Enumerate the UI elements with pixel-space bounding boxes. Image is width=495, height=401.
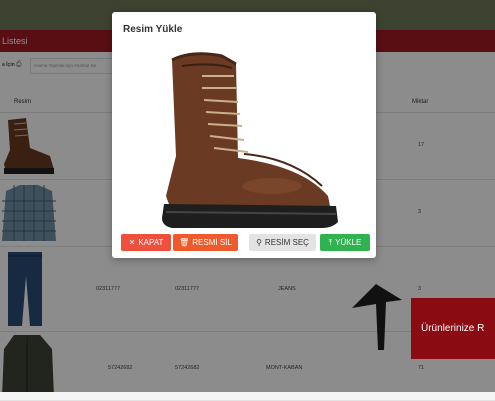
arrow-pointer-icon bbox=[352, 284, 402, 350]
dialog-title: Resim Yükle bbox=[123, 24, 183, 35]
trash-icon: 🗑 bbox=[179, 238, 190, 247]
close-button[interactable]: ✕ KAPAT bbox=[121, 234, 171, 251]
upload-image-dialog: Resim Yükle ✕ KAPAT 🗑 RESMİ SİL ⚲ RESİM SEÇ… bbox=[112, 12, 376, 258]
delete-image-button[interactable]: 🗑 RESMİ SİL bbox=[173, 234, 238, 251]
search-icon: ⚲ bbox=[256, 238, 262, 247]
brown-leather-boot-image bbox=[162, 52, 338, 228]
bottom-strip bbox=[0, 392, 495, 400]
close-icon: ✕ bbox=[128, 238, 136, 247]
info-banner: Ürünlerinize R bbox=[411, 298, 495, 359]
upload-icon: ⤒ bbox=[328, 238, 333, 247]
select-image-button[interactable]: ⚲ RESİM SEÇ bbox=[249, 234, 316, 251]
upload-button[interactable]: ⤒ YÜKLE bbox=[320, 234, 370, 251]
